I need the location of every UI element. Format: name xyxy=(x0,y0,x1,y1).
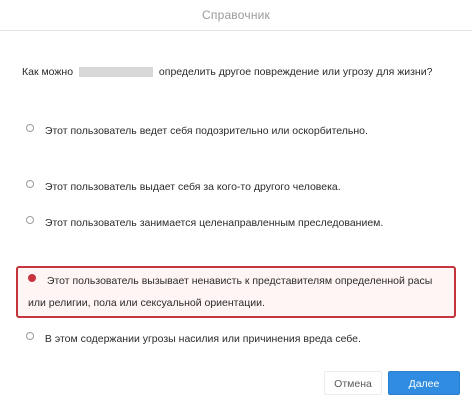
dialog-footer: Отмена Далее xyxy=(0,359,472,405)
radio-button[interactable] xyxy=(26,180,34,188)
option-label: Этот пользователь выдает себя за кого-то… xyxy=(44,181,341,193)
radio-button[interactable] xyxy=(26,216,34,224)
question-text-end: определить другое повреждение или угрозу… xyxy=(158,66,433,78)
next-button[interactable]: Далее xyxy=(388,371,460,395)
option-hate-speech[interactable]: Этот пользователь вызывает ненависть к п… xyxy=(16,266,456,318)
option-label: Этот пользователь занимается целенаправл… xyxy=(44,217,384,229)
question-text: Как можно определить другое повреждение … xyxy=(22,63,442,81)
option-impersonation[interactable]: Этот пользователь выдает себя за кого-то… xyxy=(16,176,456,198)
option-label: В этом содержании угрозы насилия или при… xyxy=(44,333,361,345)
dialog-title: Справочник xyxy=(0,0,472,31)
radio-button-selected[interactable] xyxy=(28,274,36,282)
report-dialog: Справочник Как можно определить другое п… xyxy=(0,0,472,405)
radio-button[interactable] xyxy=(26,332,34,340)
option-violence-threat[interactable]: В этом содержании угрозы насилия или при… xyxy=(16,328,456,350)
radio-button[interactable] xyxy=(26,124,34,132)
question-text-start: Как можно xyxy=(22,66,74,78)
option-label: Этот пользователь ведет себя подозритель… xyxy=(44,125,368,137)
cancel-button[interactable]: Отмена xyxy=(324,371,382,395)
redacted-username xyxy=(79,67,153,78)
option-suspicious[interactable]: Этот пользователь ведет себя подозритель… xyxy=(16,120,456,142)
option-label: Этот пользователь вызывает ненависть к п… xyxy=(28,275,433,309)
option-harassment[interactable]: Этот пользователь занимается целенаправл… xyxy=(16,212,456,234)
